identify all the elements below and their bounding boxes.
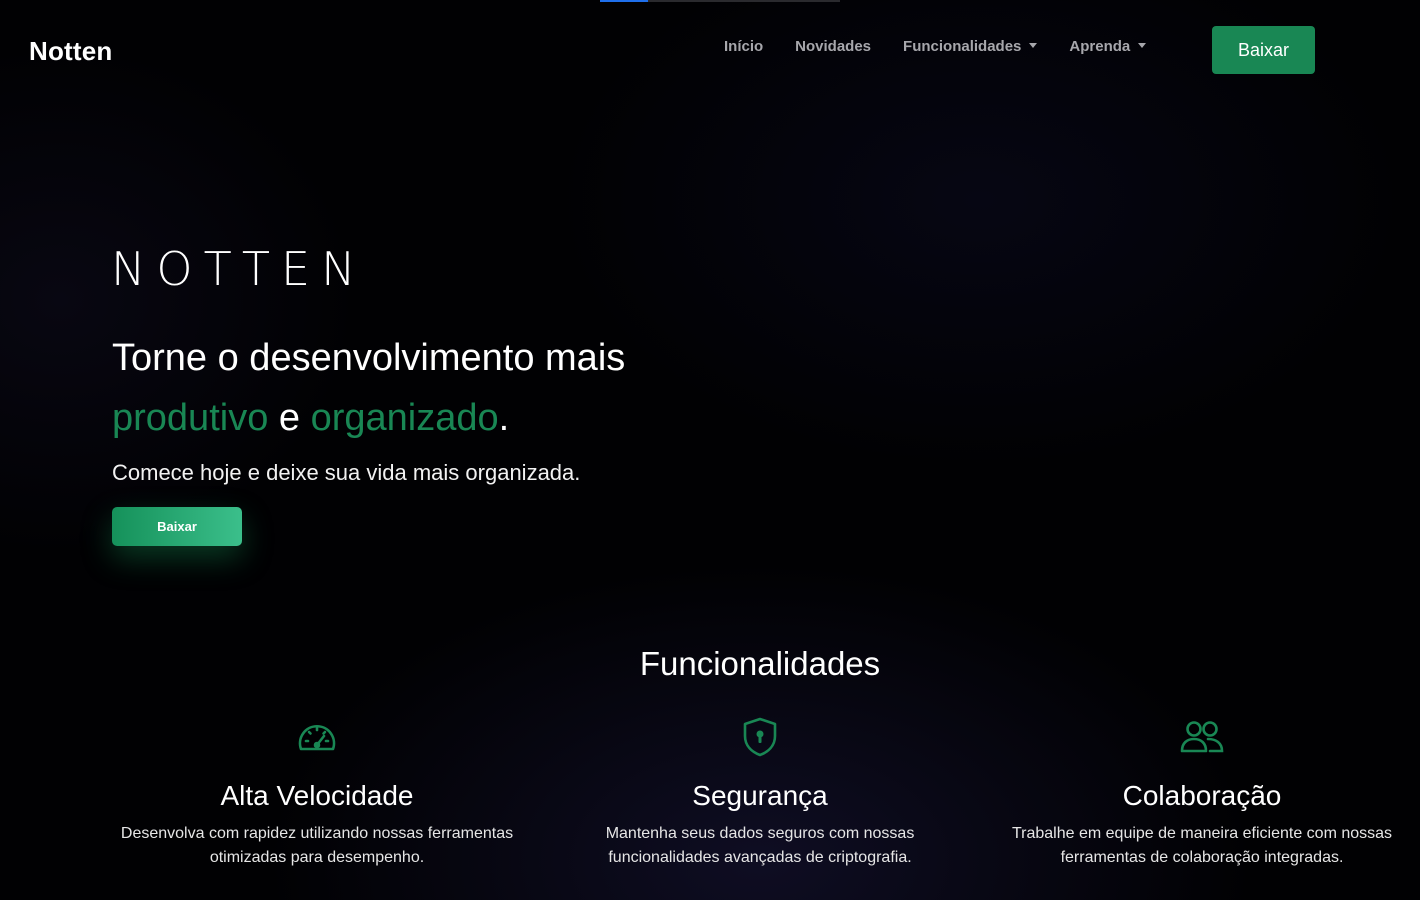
shield-lock-icon xyxy=(540,717,980,757)
nav-link-label: Início xyxy=(724,38,764,55)
nav-link-label: Funcionalidades xyxy=(903,38,1022,55)
feature-card-security: Segurança Mantenha seus dados seguros co… xyxy=(540,717,980,870)
nav-link-novidades[interactable]: Novidades xyxy=(779,38,887,55)
caret-down-icon xyxy=(1138,43,1147,48)
brand-logo[interactable]: Notten xyxy=(29,36,113,67)
feature-card-collaboration: Colaboração Trabalhe em equipe de maneir… xyxy=(982,717,1420,870)
feature-description: Mantenha seus dados seguros com nossas f… xyxy=(605,825,915,866)
speedometer-icon xyxy=(97,717,537,757)
landing-page: Notten Início Novidades Funcionalidades … xyxy=(0,0,1420,900)
nav-download-button[interactable]: Baixar xyxy=(1212,26,1315,74)
hero-accent-organizado: organizado xyxy=(310,397,499,439)
feature-card-speed: Alta Velocidade Desenvolva com rapidez u… xyxy=(97,717,537,870)
feature-title: Colaboração xyxy=(1122,780,1282,811)
hero-period: . xyxy=(498,397,510,439)
people-icon xyxy=(982,717,1420,757)
feature-description: Desenvolva com rapidez utilizando nossas… xyxy=(120,825,514,866)
features-title: Funcionalidades xyxy=(639,645,881,682)
feature-title: Alta Velocidade xyxy=(220,780,414,811)
feature-title: Segurança xyxy=(692,780,828,811)
hero-accent-produtivo: produtivo xyxy=(112,397,269,439)
hero-logo-text: NOTTEN xyxy=(111,242,367,296)
hero-connector: e xyxy=(278,397,301,439)
nav-link-label: Novidades xyxy=(795,38,872,55)
feature-description: Trabalhe em equipe de maneira eficiente … xyxy=(1011,825,1393,866)
caret-down-icon xyxy=(1029,43,1038,48)
nav-link-label: Aprenda xyxy=(1069,38,1131,55)
nav-dropdown-funcionalidades[interactable]: Funcionalidades xyxy=(887,38,1053,55)
navbar: Notten Início Novidades Funcionalidades … xyxy=(0,0,1420,100)
hero-title-line1: Torne o desenvolvimento mais xyxy=(112,337,626,379)
hero-download-button[interactable]: Baixar xyxy=(112,507,242,546)
hero-title: Torne o desenvolvimento mais produtivo e… xyxy=(112,328,752,448)
nav-links: Início Novidades Funcionalidades Aprenda xyxy=(708,38,1162,55)
nav-dropdown-aprenda[interactable]: Aprenda xyxy=(1053,38,1162,55)
hero-subtitle: Comece hoje e deixe sua vida mais organi… xyxy=(112,460,581,485)
nav-link-inicio[interactable]: Início xyxy=(708,38,779,55)
